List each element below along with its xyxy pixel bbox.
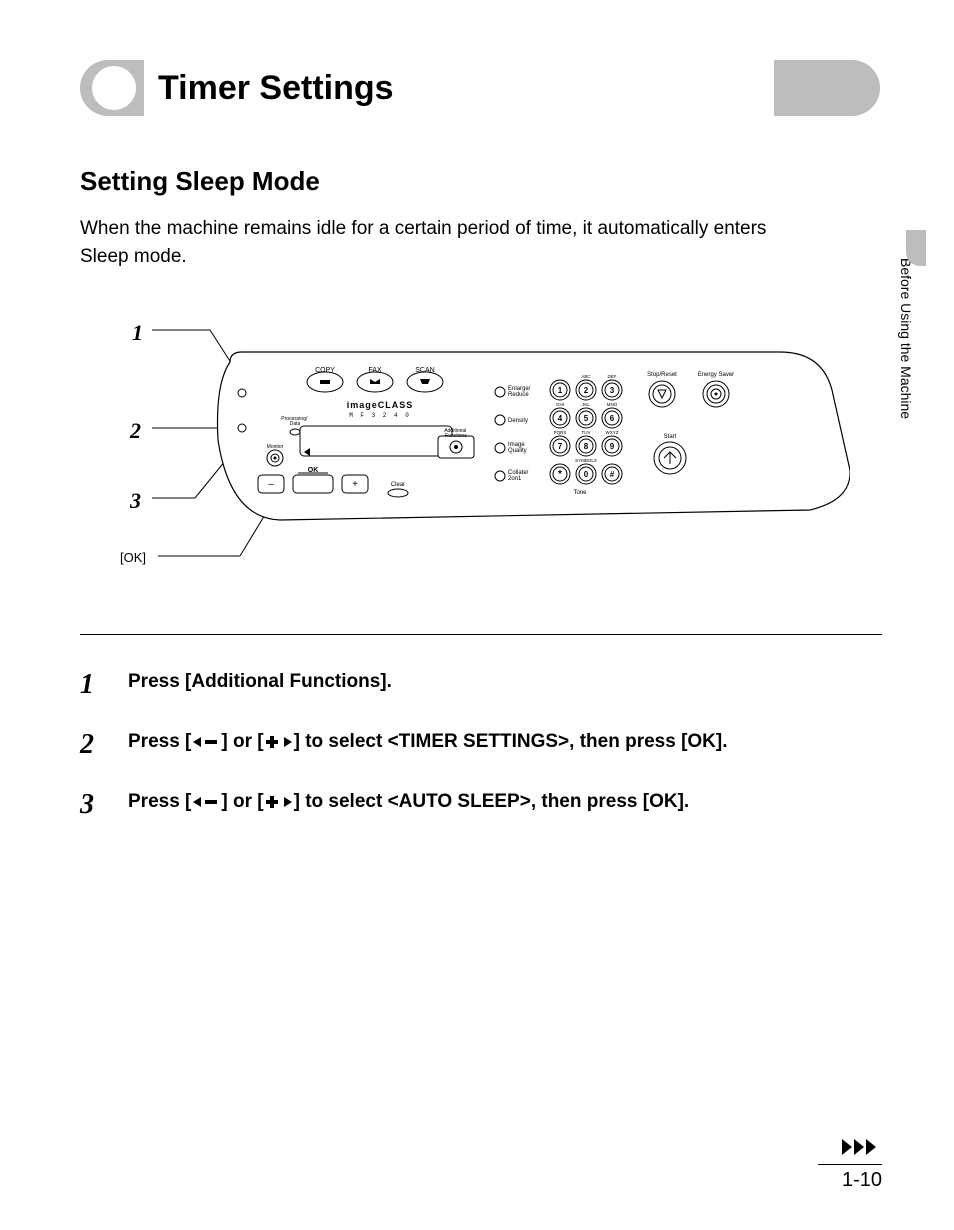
svg-text:7: 7 — [558, 442, 563, 451]
svg-text:*: * — [558, 469, 562, 480]
step-number: 2 — [80, 729, 128, 759]
svg-text:#: # — [610, 470, 615, 479]
svg-text:Additional Functions: Additional Functions — [444, 428, 467, 439]
plus-right-icon — [264, 735, 294, 749]
svg-text:Clear: Clear — [391, 482, 405, 488]
step-2: 2 Press [] or [] to select <TIMER SETTIN… — [80, 729, 882, 759]
section-heading: Setting Sleep Mode — [80, 166, 882, 197]
separator — [80, 634, 882, 635]
svg-text:TUV: TUV — [582, 430, 591, 435]
svg-text:ABC: ABC — [581, 374, 591, 379]
side-tab: Before Using the Machine — [898, 250, 926, 470]
svg-text:3: 3 — [610, 386, 615, 395]
continue-icon — [818, 1139, 882, 1160]
step-1: 1 Press [Additional Functions]. — [80, 669, 882, 699]
step-text: Press [] or [] to select <TIMER SETTINGS… — [128, 729, 728, 756]
title-bullet — [92, 66, 136, 110]
svg-text:Monitor: Monitor — [267, 444, 284, 450]
control-panel-illustration: 1 2 3 [OK] COPY — [80, 300, 850, 610]
svg-text:6: 6 — [610, 414, 615, 423]
svg-text:JKL: JKL — [582, 402, 590, 407]
intro-paragraph: When the machine remains idle for a cert… — [80, 215, 820, 270]
svg-text:MNO: MNO — [607, 402, 618, 407]
svg-text:1: 1 — [558, 386, 563, 395]
svg-text:Energy Saver: Energy Saver — [698, 372, 734, 378]
page-footer: 1-10 — [818, 1139, 882, 1192]
svg-text:Stop/Reset: Stop/Reset — [647, 372, 677, 378]
svg-text:+: + — [352, 479, 358, 490]
step-number: 1 — [80, 669, 128, 699]
left-minus-icon — [191, 795, 221, 809]
svg-text:GHI: GHI — [556, 402, 564, 407]
svg-text:9: 9 — [610, 442, 615, 451]
page-number: 1-10 — [818, 1169, 882, 1192]
page-title: Timer Settings — [158, 60, 394, 116]
side-tab-bg — [906, 230, 926, 266]
svg-text:Density: Density — [508, 418, 528, 424]
svg-text:5: 5 — [584, 414, 589, 423]
title-bar: Timer Settings — [80, 60, 882, 116]
svg-text:8: 8 — [584, 442, 589, 451]
svg-text:M F 3 2 4 0: M F 3 2 4 0 — [349, 412, 411, 419]
plus-right-icon — [264, 795, 294, 809]
svg-text:SYMBOLS: SYMBOLS — [575, 458, 597, 463]
svg-text:Start: Start — [664, 434, 677, 440]
svg-text:0: 0 — [584, 470, 589, 479]
step-3: 3 Press [] or [] to select <AUTO SLEEP>,… — [80, 789, 882, 819]
svg-text:–: – — [268, 479, 274, 490]
svg-text:Enlarge/Reduce: Enlarge/Reduce — [508, 386, 531, 398]
svg-text:PQRS: PQRS — [554, 430, 567, 435]
step-number: 3 — [80, 789, 128, 819]
svg-text:ImageQuality: ImageQuality — [508, 442, 527, 454]
svg-text:imageCLASS: imageCLASS — [347, 400, 414, 410]
side-tab-text: Before Using the Machine — [898, 250, 914, 419]
svg-text:DEF: DEF — [608, 374, 617, 379]
step-text: Press [] or [] to select <AUTO SLEEP>, t… — [128, 789, 689, 816]
svg-text:4: 4 — [558, 414, 563, 423]
svg-text:WXYZ: WXYZ — [606, 430, 619, 435]
step-text: Press [Additional Functions]. — [128, 669, 392, 696]
panel-svg: COPY FAX SCAN imageCLASS M F 3 2 4 0 Pro… — [80, 300, 850, 610]
svg-text:2: 2 — [584, 386, 589, 395]
svg-text:Tone: Tone — [573, 490, 587, 496]
left-minus-icon — [191, 735, 221, 749]
